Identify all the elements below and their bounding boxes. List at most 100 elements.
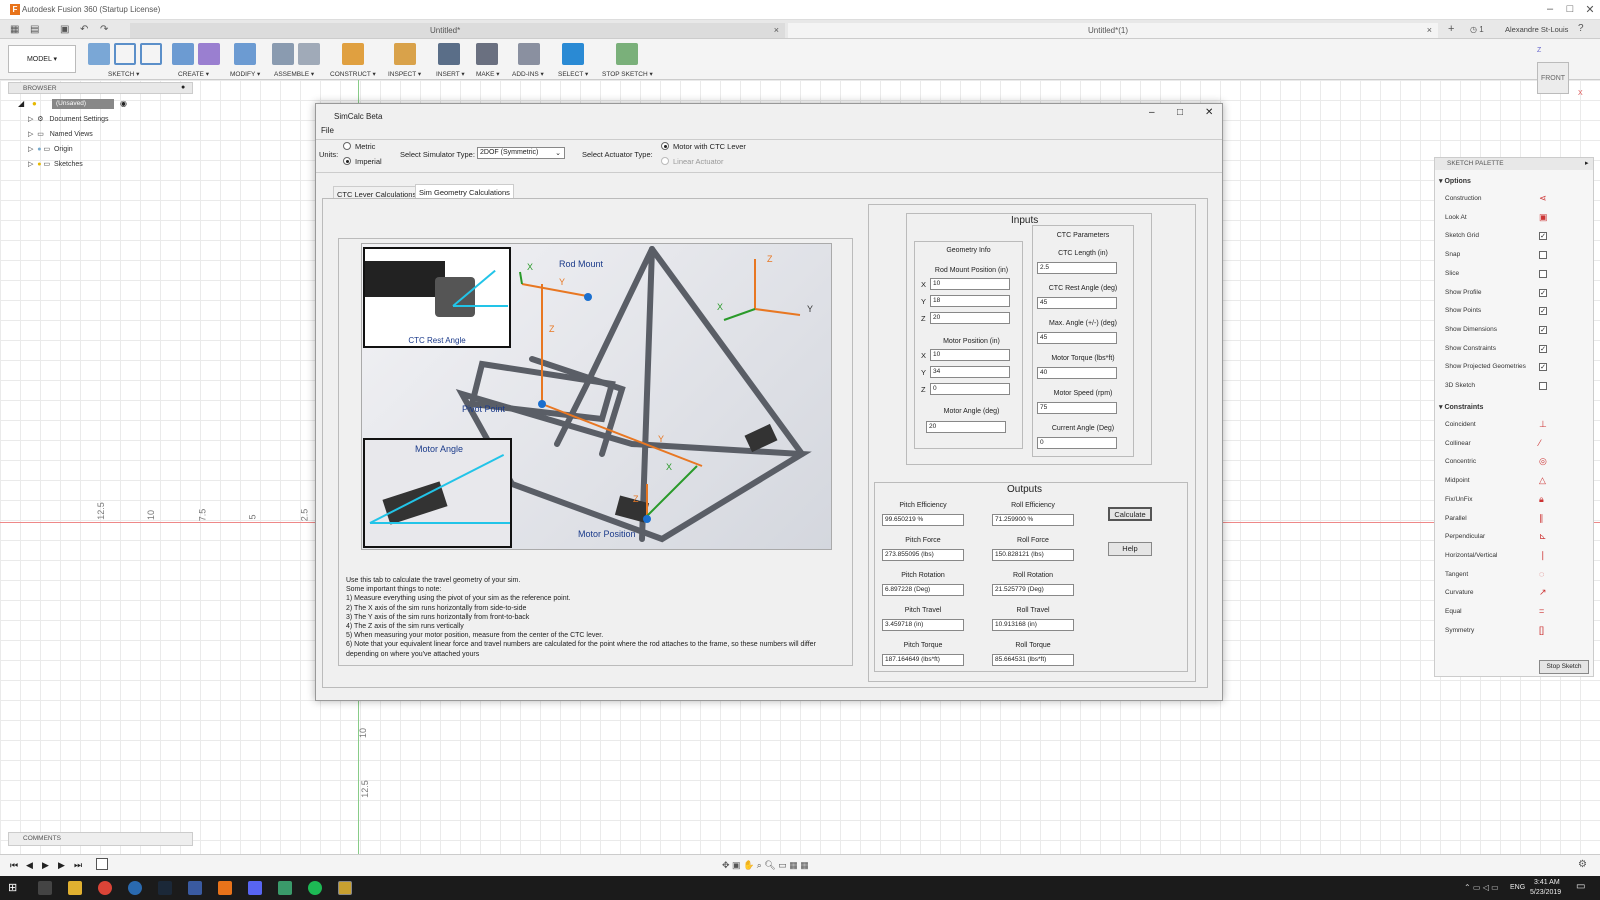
option-checkbox[interactable]: ✓ [1539, 307, 1547, 316]
tangent-icon[interactable]: ◌ [1539, 569, 1544, 579]
output-value[interactable]: 10.913168 (in) [992, 619, 1074, 631]
close-tab-icon[interactable]: × [1427, 25, 1432, 35]
app-icon[interactable] [128, 881, 142, 895]
line-icon[interactable] [114, 43, 136, 65]
coincident-icon[interactable]: ⊥ [1539, 419, 1547, 430]
form-icon[interactable] [198, 43, 220, 65]
constraint-item[interactable]: Symmetry [1445, 627, 1474, 634]
ribbon-select[interactable]: SELECT ▾ [558, 70, 588, 78]
fix-icon[interactable]: 🔒︎ [1539, 494, 1544, 505]
output-value[interactable]: 3.459718 (in) [882, 619, 964, 631]
user-name[interactable]: Alexandre St-Louis [1505, 25, 1568, 34]
dialog-maximize-button[interactable]: □ [1177, 107, 1183, 118]
close-tab-icon[interactable]: × [774, 25, 779, 35]
visibility-bulb-icon[interactable]: ● [32, 99, 37, 108]
constraint-item[interactable]: Parallel [1445, 515, 1467, 522]
midpoint-icon[interactable]: △ [1539, 475, 1546, 486]
option-checkbox[interactable]: ✓ [1539, 363, 1547, 372]
simcalc-taskbar-icon[interactable] [338, 881, 352, 895]
scripts-icon[interactable] [518, 43, 540, 65]
extrude-icon[interactable] [172, 43, 194, 65]
next-icon[interactable]: ▶ [58, 860, 65, 871]
parallel-icon[interactable]: ∥ [1539, 513, 1544, 524]
output-value[interactable]: 187.164649 (lbs*ft) [882, 654, 964, 666]
language-indicator[interactable]: ENG [1510, 884, 1525, 891]
constraint-item[interactable]: Perpendicular [1445, 533, 1485, 540]
close-button[interactable]: ✕ [1580, 3, 1600, 16]
constraint-item[interactable]: Midpoint [1445, 477, 1470, 484]
rod-mount-y-input[interactable]: 18 [930, 295, 1010, 307]
ribbon-insert[interactable]: INSERT ▾ [436, 70, 465, 78]
output-value[interactable]: 99.650219 % [882, 514, 964, 526]
expand-icon[interactable]: ▸ [1585, 159, 1589, 167]
create-sketch-icon[interactable] [88, 43, 110, 65]
first-icon[interactable]: ⏮ [10, 860, 18, 871]
constraint-item[interactable]: Coincident [1445, 421, 1476, 428]
new-tab-icon[interactable]: + [1448, 23, 1454, 35]
option-checkbox[interactable]: ✓ [1539, 344, 1547, 353]
look-at-icon[interactable]: ▣ [1539, 212, 1548, 223]
fusion-taskbar-icon[interactable] [218, 881, 232, 895]
select-icon[interactable] [562, 43, 584, 65]
joint-icon[interactable] [298, 43, 320, 65]
motor-z-input[interactable]: 0 [930, 383, 1010, 395]
clock-date[interactable]: 5/23/2019 [1530, 889, 1561, 896]
clock-time[interactable]: 3:41 AM [1534, 879, 1560, 886]
calculator-icon[interactable] [188, 881, 202, 895]
menu-file[interactable]: File [321, 126, 334, 135]
play-icon[interactable]: ▶ [42, 860, 49, 871]
sketch-feature-icon[interactable] [96, 858, 108, 870]
dialog-minimize-button[interactable]: – [1149, 107, 1155, 118]
browser-header[interactable]: BROWSER ● [8, 82, 193, 94]
constraint-item[interactable]: Curvature [1445, 589, 1474, 596]
browser-item-named-views[interactable]: ▷ ▭ Named Views [28, 130, 93, 138]
help-icon[interactable]: ? [1578, 23, 1584, 34]
imperial-radio[interactable] [343, 157, 351, 165]
viewcube[interactable]: FRONT [1537, 62, 1569, 94]
ribbon-make[interactable]: MAKE ▾ [476, 70, 500, 78]
orbit-icon[interactable]: ✥ ▣ ✋ ⌕ 🔍︎ ▭ ▦ ▦ [722, 860, 809, 871]
option-checkbox[interactable] [1539, 251, 1547, 260]
file-explorer-icon[interactable] [68, 881, 82, 895]
output-value[interactable]: 273.855095 (lbs) [882, 549, 964, 561]
output-value[interactable]: 21.525779 (Deg) [992, 584, 1074, 596]
option-checkbox[interactable] [1539, 382, 1547, 390]
option-checkbox[interactable]: ✓ [1539, 325, 1547, 334]
stop-sketch-button[interactable]: Stop Sketch [1539, 660, 1589, 674]
motor-y-input[interactable]: 34 [930, 366, 1010, 378]
notification-icon[interactable]: ▭ [1576, 881, 1585, 892]
app2-icon[interactable] [278, 881, 292, 895]
chrome-icon[interactable] [98, 881, 112, 895]
collapse-icon[interactable]: ◢ [18, 99, 24, 108]
max-angle-input[interactable]: 45 [1037, 332, 1117, 344]
rectangle-icon[interactable] [140, 43, 162, 65]
linear-actuator-radio[interactable] [661, 157, 669, 165]
motor-ctc-radio[interactable] [661, 142, 669, 150]
constraint-item[interactable]: Fix/UnFix [1445, 496, 1472, 503]
minimize-button[interactable]: – [1540, 3, 1560, 15]
ribbon-construct[interactable]: CONSTRUCT ▾ [330, 70, 376, 78]
pin-icon[interactable]: ● [181, 84, 185, 91]
ctc-length-input[interactable]: 2.5 [1037, 262, 1117, 274]
current-angle-input[interactable]: 0 [1037, 437, 1117, 449]
output-value[interactable]: 85.664531 (lbs*ft) [992, 654, 1074, 666]
ribbon-assemble[interactable]: ASSEMBLE ▾ [274, 70, 314, 78]
option-checkbox[interactable]: ✓ [1539, 288, 1547, 297]
browser-item-document-settings[interactable]: ▷ ⚙ Document Settings [28, 115, 109, 123]
ribbon-sketch[interactable]: SKETCH ▾ [108, 70, 139, 78]
metric-radio[interactable] [343, 142, 351, 150]
output-value[interactable]: 71.259900 % [992, 514, 1074, 526]
ribbon-add-ins[interactable]: ADD-INS ▾ [512, 70, 544, 78]
tab-untitled-1[interactable]: Untitled*(1) × [788, 23, 1438, 38]
concentric-icon[interactable]: ◎ [1539, 456, 1547, 467]
constraints-section[interactable]: ▾ Constraints [1439, 403, 1483, 411]
ctc-rest-angle-input[interactable]: 45 [1037, 297, 1117, 309]
undo-icon[interactable]: ↶ [80, 24, 88, 35]
start-icon[interactable]: ⊞ [8, 881, 17, 894]
ribbon-inspect[interactable]: INSPECT ▾ [388, 70, 421, 78]
help-button[interactable]: Help [1108, 542, 1152, 556]
stop-sketch-icon[interactable] [616, 43, 638, 65]
steam-icon[interactable] [158, 881, 172, 895]
mail-icon[interactable] [38, 881, 52, 895]
constraint-item[interactable]: Tangent [1445, 571, 1468, 578]
